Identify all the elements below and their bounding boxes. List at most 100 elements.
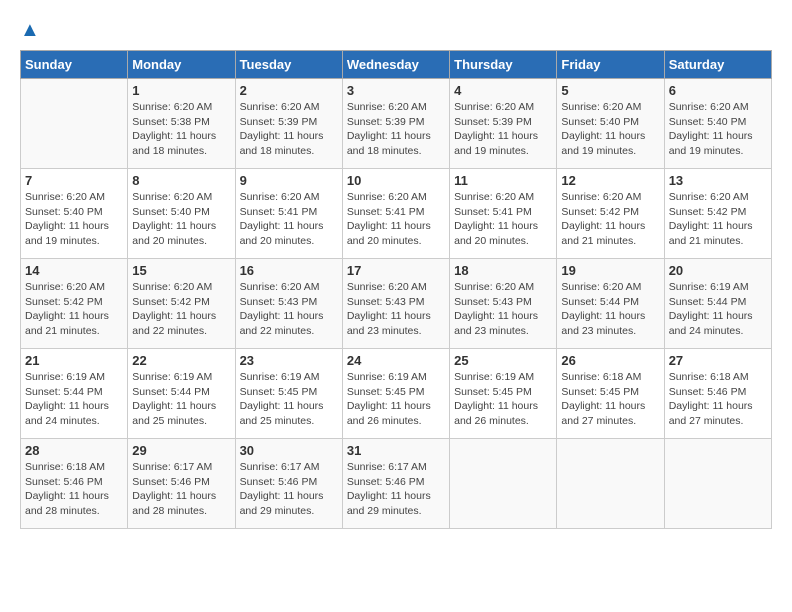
day-info: Sunrise: 6:20 AM Sunset: 5:39 PM Dayligh… <box>454 100 552 159</box>
day-number: 5 <box>561 83 659 98</box>
day-info: Sunrise: 6:20 AM Sunset: 5:43 PM Dayligh… <box>240 280 338 339</box>
day-info: Sunrise: 6:17 AM Sunset: 5:46 PM Dayligh… <box>240 460 338 519</box>
day-info: Sunrise: 6:20 AM Sunset: 5:43 PM Dayligh… <box>347 280 445 339</box>
column-header-friday: Friday <box>557 51 664 79</box>
day-number: 10 <box>347 173 445 188</box>
calendar-cell: 8 Sunrise: 6:20 AM Sunset: 5:40 PM Daylig… <box>128 169 235 259</box>
day-info: Sunrise: 6:20 AM Sunset: 5:40 PM Dayligh… <box>25 190 123 249</box>
calendar-cell: 6 Sunrise: 6:20 AM Sunset: 5:40 PM Daylig… <box>664 79 771 169</box>
day-info: Sunrise: 6:20 AM Sunset: 5:39 PM Dayligh… <box>347 100 445 159</box>
day-number: 23 <box>240 353 338 368</box>
day-info: Sunrise: 6:20 AM Sunset: 5:43 PM Dayligh… <box>454 280 552 339</box>
calendar-cell: 27 Sunrise: 6:18 AM Sunset: 5:46 PM Dayli… <box>664 349 771 439</box>
day-info: Sunrise: 6:20 AM Sunset: 5:39 PM Dayligh… <box>240 100 338 159</box>
calendar-week-row: 21 Sunrise: 6:19 AM Sunset: 5:44 PM Dayli… <box>21 349 772 439</box>
column-header-sunday: Sunday <box>21 51 128 79</box>
calendar-cell: 24 Sunrise: 6:19 AM Sunset: 5:45 PM Dayli… <box>342 349 449 439</box>
calendar-cell: 3 Sunrise: 6:20 AM Sunset: 5:39 PM Daylig… <box>342 79 449 169</box>
day-number: 28 <box>25 443 123 458</box>
calendar-week-row: 7 Sunrise: 6:20 AM Sunset: 5:40 PM Daylig… <box>21 169 772 259</box>
day-number: 2 <box>240 83 338 98</box>
day-number: 9 <box>240 173 338 188</box>
day-info: Sunrise: 6:19 AM Sunset: 5:45 PM Dayligh… <box>454 370 552 429</box>
day-info: Sunrise: 6:20 AM Sunset: 5:40 PM Dayligh… <box>561 100 659 159</box>
calendar-cell <box>557 439 664 529</box>
day-number: 18 <box>454 263 552 278</box>
column-header-monday: Monday <box>128 51 235 79</box>
day-number: 26 <box>561 353 659 368</box>
calendar-cell: 23 Sunrise: 6:19 AM Sunset: 5:45 PM Dayli… <box>235 349 342 439</box>
calendar-cell: 20Sunrise: 6:19 AM Sunset: 5:44 PM Dayli… <box>664 259 771 349</box>
calendar-cell: 22 Sunrise: 6:19 AM Sunset: 5:44 PM Dayli… <box>128 349 235 439</box>
day-info: Sunrise: 6:20 AM Sunset: 5:41 PM Dayligh… <box>454 190 552 249</box>
day-info: Sunrise: 6:20 AM Sunset: 5:40 PM Dayligh… <box>669 100 767 159</box>
day-info: Sunrise: 6:19 AM Sunset: 5:44 PM Dayligh… <box>25 370 123 429</box>
day-info: Sunrise: 6:20 AM Sunset: 5:41 PM Dayligh… <box>240 190 338 249</box>
calendar-cell: 30Sunrise: 6:17 AM Sunset: 5:46 PM Dayli… <box>235 439 342 529</box>
calendar-table: SundayMondayTuesdayWednesdayThursdayFrid… <box>20 50 772 529</box>
calendar-cell: 29Sunrise: 6:17 AM Sunset: 5:46 PM Dayli… <box>128 439 235 529</box>
logo: ▲ <box>20 20 40 40</box>
calendar-week-row: 1 Sunrise: 6:20 AM Sunset: 5:38 PM Daylig… <box>21 79 772 169</box>
column-header-wednesday: Wednesday <box>342 51 449 79</box>
calendar-cell <box>664 439 771 529</box>
day-info: Sunrise: 6:18 AM Sunset: 5:45 PM Dayligh… <box>561 370 659 429</box>
day-number: 31 <box>347 443 445 458</box>
day-number: 1 <box>132 83 230 98</box>
day-info: Sunrise: 6:20 AM Sunset: 5:42 PM Dayligh… <box>669 190 767 249</box>
column-header-thursday: Thursday <box>450 51 557 79</box>
day-info: Sunrise: 6:20 AM Sunset: 5:38 PM Dayligh… <box>132 100 230 159</box>
day-number: 20 <box>669 263 767 278</box>
column-header-tuesday: Tuesday <box>235 51 342 79</box>
calendar-cell: 9 Sunrise: 6:20 AM Sunset: 5:41 PM Daylig… <box>235 169 342 259</box>
day-number: 13 <box>669 173 767 188</box>
day-info: Sunrise: 6:19 AM Sunset: 5:45 PM Dayligh… <box>347 370 445 429</box>
day-number: 11 <box>454 173 552 188</box>
day-number: 27 <box>669 353 767 368</box>
day-info: Sunrise: 6:19 AM Sunset: 5:45 PM Dayligh… <box>240 370 338 429</box>
calendar-cell <box>21 79 128 169</box>
calendar-cell: 10Sunrise: 6:20 AM Sunset: 5:41 PM Dayli… <box>342 169 449 259</box>
day-info: Sunrise: 6:20 AM Sunset: 5:42 PM Dayligh… <box>25 280 123 339</box>
day-number: 7 <box>25 173 123 188</box>
calendar-cell <box>450 439 557 529</box>
day-info: Sunrise: 6:20 AM Sunset: 5:40 PM Dayligh… <box>132 190 230 249</box>
day-number: 24 <box>347 353 445 368</box>
calendar-cell: 15Sunrise: 6:20 AM Sunset: 5:42 PM Dayli… <box>128 259 235 349</box>
day-info: Sunrise: 6:18 AM Sunset: 5:46 PM Dayligh… <box>25 460 123 519</box>
day-number: 8 <box>132 173 230 188</box>
calendar-cell: 14 Sunrise: 6:20 AM Sunset: 5:42 PM Dayli… <box>21 259 128 349</box>
day-info: Sunrise: 6:19 AM Sunset: 5:44 PM Dayligh… <box>132 370 230 429</box>
calendar-week-row: 28 Sunrise: 6:18 AM Sunset: 5:46 PM Dayli… <box>21 439 772 529</box>
day-info: Sunrise: 6:17 AM Sunset: 5:46 PM Dayligh… <box>132 460 230 519</box>
day-number: 25 <box>454 353 552 368</box>
day-number: 22 <box>132 353 230 368</box>
day-number: 14 <box>25 263 123 278</box>
day-info: Sunrise: 6:18 AM Sunset: 5:46 PM Dayligh… <box>669 370 767 429</box>
calendar-cell: 4 Sunrise: 6:20 AM Sunset: 5:39 PM Daylig… <box>450 79 557 169</box>
day-number: 17 <box>347 263 445 278</box>
calendar-cell: 21 Sunrise: 6:19 AM Sunset: 5:44 PM Dayli… <box>21 349 128 439</box>
calendar-cell: 13 Sunrise: 6:20 AM Sunset: 5:42 PM Dayli… <box>664 169 771 259</box>
calendar-cell: 28 Sunrise: 6:18 AM Sunset: 5:46 PM Dayli… <box>21 439 128 529</box>
calendar-cell: 2 Sunrise: 6:20 AM Sunset: 5:39 PM Daylig… <box>235 79 342 169</box>
calendar-header-row: SundayMondayTuesdayWednesdayThursdayFrid… <box>21 51 772 79</box>
logo-general-blue: ▲ <box>20 20 40 40</box>
day-number: 3 <box>347 83 445 98</box>
day-info: Sunrise: 6:20 AM Sunset: 5:42 PM Dayligh… <box>561 190 659 249</box>
day-number: 4 <box>454 83 552 98</box>
day-number: 16 <box>240 263 338 278</box>
calendar-cell: 25 Sunrise: 6:19 AM Sunset: 5:45 PM Dayli… <box>450 349 557 439</box>
day-info: Sunrise: 6:20 AM Sunset: 5:42 PM Dayligh… <box>132 280 230 339</box>
calendar-week-row: 14 Sunrise: 6:20 AM Sunset: 5:42 PM Dayli… <box>21 259 772 349</box>
day-info: Sunrise: 6:20 AM Sunset: 5:44 PM Dayligh… <box>561 280 659 339</box>
day-info: Sunrise: 6:17 AM Sunset: 5:46 PM Dayligh… <box>347 460 445 519</box>
day-number: 21 <box>25 353 123 368</box>
calendar-cell: 11 Sunrise: 6:20 AM Sunset: 5:41 PM Dayli… <box>450 169 557 259</box>
day-number: 6 <box>669 83 767 98</box>
column-header-saturday: Saturday <box>664 51 771 79</box>
day-number: 19 <box>561 263 659 278</box>
calendar-cell: 18 Sunrise: 6:20 AM Sunset: 5:43 PM Dayli… <box>450 259 557 349</box>
day-number: 12 <box>561 173 659 188</box>
page-header: ▲ <box>20 20 772 40</box>
